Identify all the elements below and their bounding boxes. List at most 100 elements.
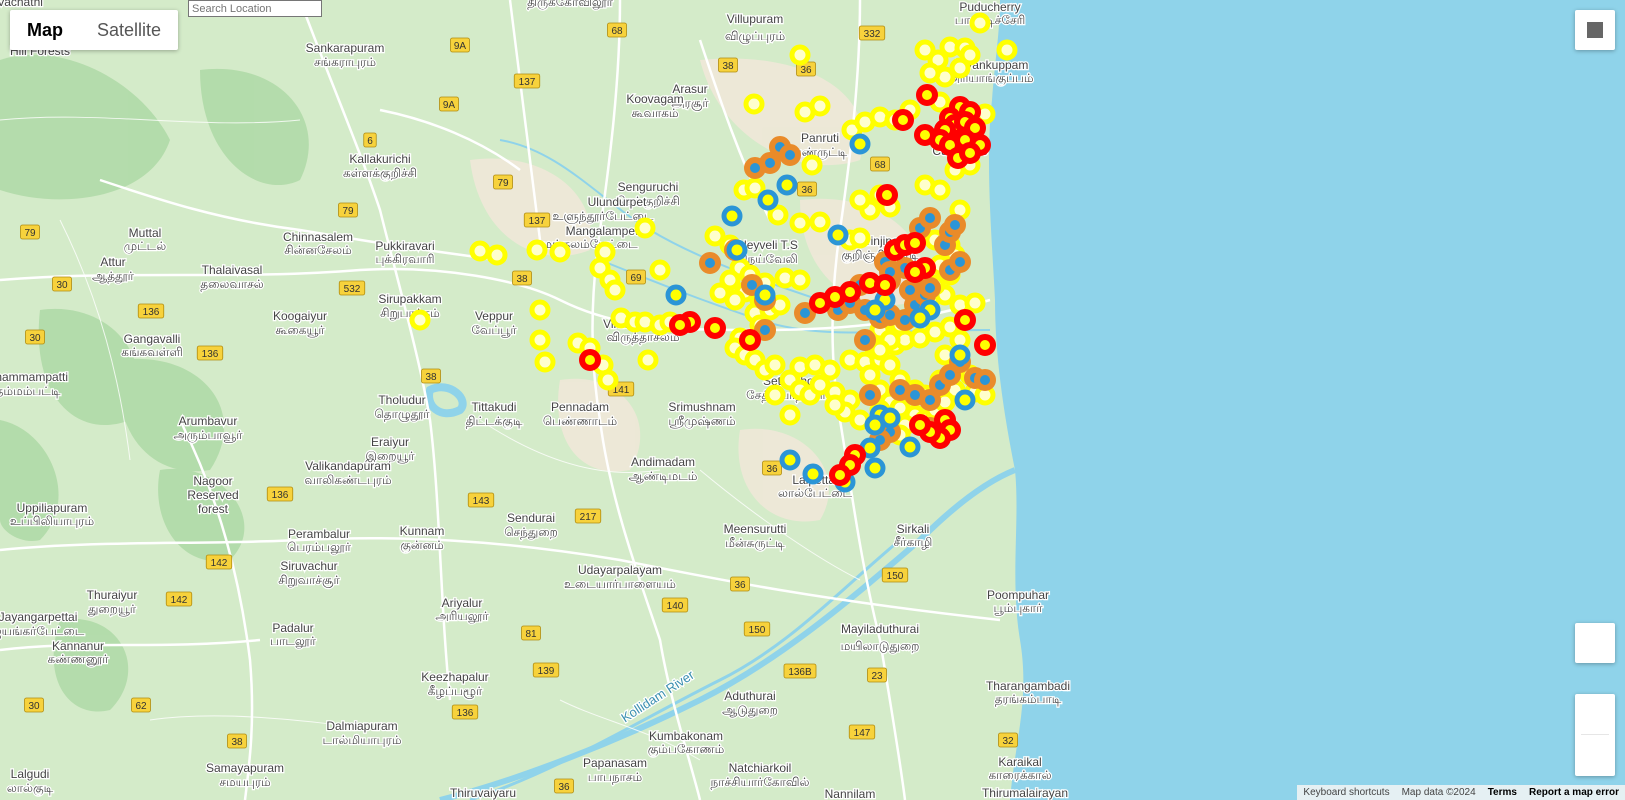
red-marker[interactable] — [909, 414, 931, 436]
search-location-input[interactable] — [188, 0, 322, 17]
red-marker[interactable] — [876, 184, 898, 206]
place-label: பாடலூர் — [270, 634, 316, 649]
yellow-marker[interactable] — [964, 292, 986, 314]
yellow-marker[interactable] — [929, 179, 951, 201]
fullscreen-button[interactable] — [1575, 10, 1615, 50]
yellow-marker[interactable] — [789, 269, 811, 291]
red-marker[interactable] — [959, 142, 981, 164]
place-label: துறையூர் — [88, 602, 137, 617]
red-marker[interactable] — [874, 274, 896, 296]
blue-marker[interactable] — [726, 239, 748, 261]
red-marker[interactable] — [892, 109, 914, 131]
orange-marker[interactable] — [944, 214, 966, 236]
highway-shield: 143 — [467, 492, 495, 508]
map-type-satellite-button[interactable]: Satellite — [80, 10, 178, 50]
yellow-marker[interactable] — [469, 240, 491, 262]
highway-shield: 62 — [131, 697, 151, 713]
place-label: கூகையூர் — [275, 323, 325, 337]
orange-marker[interactable] — [699, 252, 721, 274]
yellow-marker[interactable] — [604, 279, 626, 301]
blue-marker[interactable] — [754, 284, 776, 306]
red-marker[interactable] — [704, 317, 726, 339]
yellow-marker[interactable] — [526, 239, 548, 261]
red-marker[interactable] — [829, 464, 851, 486]
blue-marker[interactable] — [864, 299, 886, 321]
orange-marker[interactable] — [974, 369, 996, 391]
highway-shield-label: 9A — [443, 100, 456, 111]
yellow-marker[interactable] — [849, 189, 871, 211]
yellow-marker[interactable] — [809, 211, 831, 233]
blue-marker[interactable] — [849, 133, 871, 155]
blue-marker[interactable] — [864, 414, 886, 436]
yellow-marker[interactable] — [743, 93, 765, 115]
yellow-marker[interactable] — [486, 244, 508, 266]
blue-marker[interactable] — [757, 189, 779, 211]
blue-marker[interactable] — [899, 436, 921, 458]
orange-marker[interactable] — [854, 329, 876, 351]
place-label: கீழப்பழூர் — [428, 684, 483, 699]
yellow-marker[interactable] — [809, 95, 831, 117]
yellow-marker[interactable] — [849, 227, 871, 249]
yellow-marker[interactable] — [789, 44, 811, 66]
blue-marker[interactable] — [776, 174, 798, 196]
blue-marker[interactable] — [665, 284, 687, 306]
yellow-marker[interactable] — [529, 329, 551, 351]
map-type-map-button[interactable]: Map — [10, 10, 80, 50]
yellow-marker[interactable] — [529, 299, 551, 321]
place-label: அரும்பாவூர் — [173, 428, 243, 443]
blue-marker[interactable] — [864, 457, 886, 479]
orange-marker[interactable] — [859, 384, 881, 406]
yellow-marker[interactable] — [634, 217, 656, 239]
terms-link[interactable]: Terms — [1488, 785, 1517, 800]
blue-marker[interactable] — [721, 205, 743, 227]
red-marker[interactable] — [809, 292, 831, 314]
red-marker[interactable] — [974, 334, 996, 356]
orange-marker[interactable] — [919, 207, 941, 229]
yellow-marker[interactable] — [824, 394, 846, 416]
red-marker[interactable] — [669, 314, 691, 336]
yellow-marker[interactable] — [534, 351, 556, 373]
orange-marker[interactable] — [899, 279, 921, 301]
yellow-marker[interactable] — [919, 62, 941, 84]
report-error-link[interactable]: Report a map error — [1529, 785, 1619, 800]
zoom-out-button[interactable] — [1575, 735, 1615, 775]
red-marker[interactable] — [904, 232, 926, 254]
keyboard-shortcuts-link[interactable]: Keyboard shortcuts — [1303, 785, 1389, 800]
map-canvas[interactable]: 68 332 9A 38 36 137 9A 6 68 79 36 79 137 79 69 38 30 532 1… — [0, 0, 1625, 800]
place-label: Keezhapalur — [421, 670, 488, 684]
blue-marker[interactable] — [909, 307, 931, 329]
red-marker[interactable] — [954, 309, 976, 331]
orange-marker[interactable] — [779, 144, 801, 166]
yellow-marker[interactable] — [779, 404, 801, 426]
yellow-marker[interactable] — [724, 289, 746, 311]
zoom-in-button[interactable] — [1575, 694, 1615, 734]
red-marker[interactable] — [916, 84, 938, 106]
orange-marker[interactable] — [949, 251, 971, 273]
red-marker[interactable] — [914, 124, 936, 146]
yellow-marker[interactable] — [409, 309, 431, 331]
blue-marker[interactable] — [949, 344, 971, 366]
yellow-marker[interactable] — [801, 154, 823, 176]
yellow-marker[interactable] — [789, 212, 811, 234]
red-marker[interactable] — [739, 329, 761, 351]
yellow-marker[interactable] — [764, 354, 786, 376]
yellow-marker[interactable] — [969, 12, 991, 34]
blue-marker[interactable] — [802, 463, 824, 485]
blue-marker[interactable] — [954, 389, 976, 411]
yellow-marker[interactable] — [637, 349, 659, 371]
yellow-marker[interactable] — [597, 369, 619, 391]
highway-shield: 6 — [363, 132, 377, 148]
place-label: லால்குடி — [7, 781, 54, 795]
pegman-button[interactable] — [1575, 623, 1615, 663]
red-marker[interactable] — [579, 349, 601, 371]
blue-marker[interactable] — [827, 224, 849, 246]
yellow-marker[interactable] — [996, 39, 1018, 61]
yellow-marker[interactable] — [649, 259, 671, 281]
place-label: Arumbavur — [179, 414, 238, 428]
yellow-marker[interactable] — [549, 241, 571, 263]
place-label: Chinnasalem — [283, 230, 353, 244]
orange-marker[interactable] — [744, 157, 766, 179]
yellow-marker[interactable] — [764, 384, 786, 406]
blue-marker[interactable] — [779, 449, 801, 471]
red-marker[interactable] — [904, 261, 926, 283]
